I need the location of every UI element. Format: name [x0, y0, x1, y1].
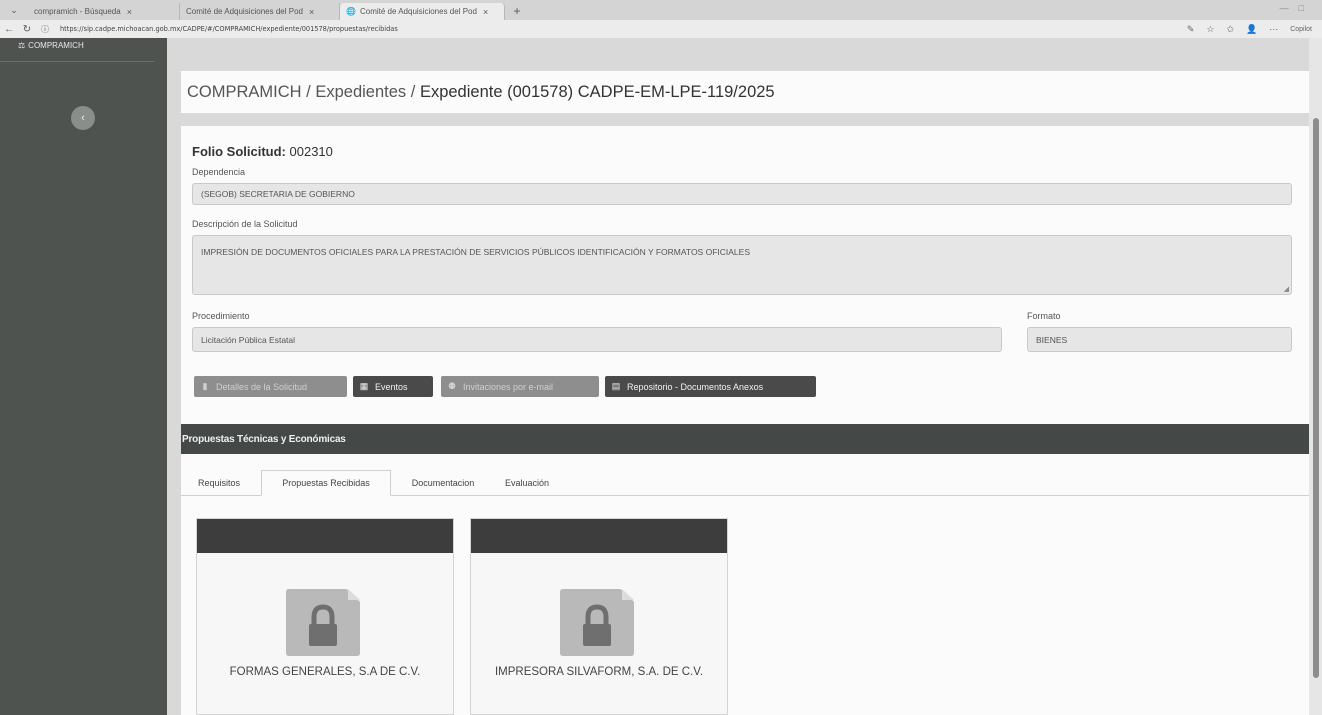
main-content: COMPRAMICH / Expedientes / Expediente (0… [167, 38, 1309, 715]
tab-label: compramich - Búsqueda [34, 7, 121, 16]
users-icon: ⚉ [447, 381, 457, 391]
more-icon[interactable]: ⋯ [1269, 24, 1278, 35]
tab-propuestas-recibidas[interactable]: Propuestas Recibidas [261, 470, 391, 496]
repositorio-button[interactable]: ▤ Repositorio - Documentos Anexos [605, 376, 816, 397]
solicitud-card: Folio Solicitud: 002310 Dependencia (SEG… [181, 126, 1309, 438]
procedimiento-label: Procedimiento [192, 311, 250, 321]
formato-field: BIENES [1027, 327, 1292, 352]
descripcion-text: IMPRESIÓN DE DOCUMENTOS OFICIALES PARA L… [201, 247, 750, 257]
browser-tab-comite-active[interactable]: 🌐 Comité de Adquisiciones del Pod × [340, 3, 505, 20]
proposal-card-header [197, 519, 453, 553]
tab-documentacion[interactable]: Documentacion [395, 470, 491, 496]
refresh-icon[interactable]: ↻ [18, 24, 36, 35]
tab-evaluacion[interactable]: Evaluación [493, 470, 561, 496]
close-icon[interactable]: × [127, 7, 132, 17]
browser-tab-comite-1[interactable]: Comité de Adquisiciones del Pod × [180, 3, 340, 20]
invitaciones-email-button[interactable]: ⚉ Invitaciones por e-mail [441, 376, 599, 397]
copilot-button[interactable]: Copilot [1290, 26, 1312, 33]
tab-label: Comité de Adquisiciones del Pod [186, 7, 303, 16]
sidebar-brand[interactable]: ⚖ COMPRAMICH [0, 38, 155, 62]
new-tab-button[interactable]: + [505, 2, 529, 20]
site-info-icon[interactable]: ⓘ [36, 24, 54, 35]
collapse-sidebar-button[interactable]: ‹ [71, 106, 95, 130]
read-aloud-icon[interactable]: ✎ [1187, 24, 1195, 35]
formato-label: Formato [1027, 311, 1061, 321]
proposal-card[interactable]: FORMAS GENERALES, S.A DE C.V. [196, 518, 454, 715]
locked-folder-icon [560, 589, 634, 656]
sidebar-brand-label: COMPRAMICH [28, 41, 84, 50]
dependencia-label: Dependencia [192, 167, 246, 177]
favorites-icon[interactable]: ✩ [1226, 24, 1234, 35]
proposal-company-name: FORMAS GENERALES, S.A DE C.V. [229, 666, 421, 678]
locked-folder-icon [286, 589, 360, 656]
url-field[interactable]: https://sip.cadpe.michoacan.gob.mx/CADPE… [60, 25, 1187, 33]
tab-label: Comité de Adquisiciones del Pod [359, 7, 477, 16]
breadcrumb-expedientes[interactable]: Expedientes [315, 83, 406, 101]
procedimiento-field: Licitación Pública Estatal [192, 327, 1002, 352]
invitaciones-label: Invitaciones por e-mail [463, 381, 554, 392]
repositorio-label: Repositorio - Documentos Anexos [627, 381, 764, 392]
tab-requisitos[interactable]: Requisitos [185, 470, 253, 496]
proposal-card-header [471, 519, 727, 553]
browser-tab-bar: ⌄ compramich - Búsqueda × Comité de Adqu… [0, 0, 1322, 20]
breadcrumb-compramich[interactable]: COMPRAMICH [187, 83, 302, 101]
scrollbar-thumb[interactable] [1313, 118, 1319, 678]
detalles-label: Detalles de la Solicitud [216, 381, 308, 392]
eventos-label: Eventos [375, 381, 408, 392]
globe-icon: 🌐 [346, 7, 356, 16]
window-controls[interactable]: —□ [1280, 3, 1314, 13]
profile-icon[interactable]: 👤 [1246, 24, 1257, 35]
address-bar: ← ↻ ⓘ https://sip.cadpe.michoacan.gob.mx… [0, 20, 1322, 38]
breadcrumb-separator: / [406, 83, 420, 101]
dependencia-field: (SEGOB) SECRETARIA DE GOBIERNO [192, 183, 1292, 205]
page-scrollbar[interactable] [1309, 38, 1322, 715]
propuestas-card: Propuestas Técnicas y Económicas Requisi… [181, 424, 1309, 715]
close-icon[interactable]: × [309, 7, 314, 17]
calendar-icon: ▦ [359, 381, 369, 391]
folio-value: 002310 [289, 144, 333, 159]
breadcrumb-card: COMPRAMICH / Expedientes / Expediente (0… [181, 71, 1309, 113]
resize-handle-icon[interactable]: ◢ [1284, 285, 1289, 293]
sidebar: ⚖ COMPRAMICH ‹ [0, 38, 167, 715]
breadcrumb-current: Expediente (001578) CADPE-EM-LPE-119/202… [419, 83, 775, 101]
folio-solicitud: Folio Solicitud: 002310 [192, 144, 333, 159]
propuestas-header: Propuestas Técnicas y Económicas [181, 424, 1309, 454]
tab-menu-chevron-icon[interactable]: ⌄ [0, 0, 28, 20]
propuestas-tabs: Requisitos Propuestas Recibidas Document… [181, 470, 1309, 496]
favorite-star-icon[interactable]: ☆ [1206, 24, 1214, 35]
detalles-solicitud-button[interactable]: ▮ Detalles de la Solicitud [194, 376, 347, 397]
folio-label: Folio Solicitud: [192, 144, 286, 159]
document-icon: ▮ [202, 381, 208, 391]
close-icon[interactable]: × [483, 7, 488, 17]
proposal-card[interactable]: IMPRESORA SILVAFORM, S.A. DE C.V. [470, 518, 728, 715]
back-icon[interactable]: ← [0, 24, 18, 35]
browser-tab-search[interactable]: compramich - Búsqueda × [28, 3, 180, 20]
breadcrumb-separator: / [301, 83, 316, 101]
descripcion-label: Descripción de la Solicitud [192, 219, 298, 229]
brand-icon: ⚖ [18, 41, 26, 50]
descripcion-field: IMPRESIÓN DE DOCUMENTOS OFICIALES PARA L… [192, 235, 1292, 295]
eventos-button[interactable]: ▦ Eventos [353, 376, 433, 397]
breadcrumb: COMPRAMICH / Expedientes / Expediente (0… [187, 83, 775, 102]
proposal-company-name: IMPRESORA SILVAFORM, S.A. DE C.V. [494, 666, 704, 678]
archive-icon: ▤ [611, 381, 621, 391]
